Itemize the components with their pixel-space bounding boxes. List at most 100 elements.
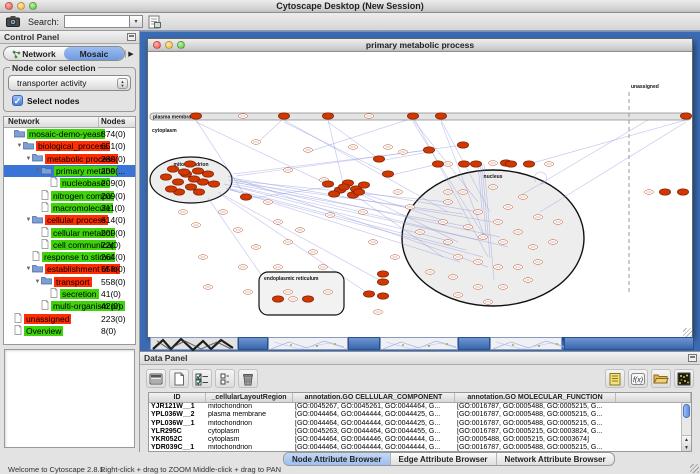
minimized-window-thumbnail[interactable] <box>268 337 348 350</box>
tree-item[interactable]: secretion41(0) <box>4 288 135 300</box>
node-color-dropdown[interactable]: transporter activity ▲▼ <box>8 75 131 91</box>
tree-column-network[interactable]: Network <box>4 117 99 127</box>
import-attributes-icon[interactable] <box>651 369 671 388</box>
status-hint-pan: Middle-click + drag to PAN <box>193 465 281 474</box>
gene-node <box>533 260 542 265</box>
tree-item-nodes: 874(0) <box>101 129 126 139</box>
tree-item[interactable]: multi-organism pro42(0) <box>4 300 135 312</box>
tree-item[interactable]: mosaic-demo-yeast874(0) <box>4 128 135 140</box>
birds-eye-view[interactable] <box>4 349 135 448</box>
nucleus-compartment <box>402 170 584 306</box>
minimized-window-thumbnail[interactable] <box>380 337 458 350</box>
table-row[interactable]: YPL036W__2plasma membrane[GO:0044464, GO… <box>149 411 691 419</box>
delete-attribute-icon[interactable] <box>238 369 258 388</box>
gene-node <box>473 260 482 265</box>
minimized-window-thumbnail[interactable] <box>150 337 238 350</box>
tree-item-label: biological_process <box>36 141 110 151</box>
tree-item[interactable]: ▼metabolic process280(0) <box>4 153 135 165</box>
column-header[interactable]: ID <box>149 393 206 402</box>
minimized-window-titlebar[interactable] <box>238 337 268 350</box>
dropdown-stepper-icon: ▲▼ <box>117 78 128 89</box>
select-nodes-checkbox[interactable]: ✓ <box>12 95 23 106</box>
function-icon[interactable]: f(x) <box>628 369 648 388</box>
import-table-icon[interactable] <box>145 14 163 30</box>
gene-node <box>498 240 507 245</box>
mini-checklist-icon[interactable] <box>215 369 235 388</box>
gene-node <box>358 210 367 215</box>
tree-item[interactable]: ▼cellular process614(0) <box>4 214 135 226</box>
tree-item[interactable]: cellular metabol209(0) <box>4 226 135 238</box>
selected-gene-node <box>432 161 443 167</box>
table-row[interactable]: YLR295Ccytoplasm[GO:0045263, GO:0044464,… <box>149 428 691 436</box>
tree-item[interactable]: ▼biological_process651(0) <box>4 140 135 152</box>
float-data-panel-icon[interactable] <box>688 354 697 362</box>
gene-node <box>263 200 272 205</box>
tab-network-attribute-browser[interactable]: Network Attribute Browser <box>497 453 614 465</box>
notes-icon[interactable] <box>605 369 625 388</box>
file-icon <box>14 325 22 337</box>
expand-arrow-icon[interactable]: ▼ <box>16 143 23 149</box>
column-header[interactable]: annotation.GO CELLULAR_COMPONENT <box>293 393 455 402</box>
tree-column-nodes[interactable]: Nodes <box>99 117 135 127</box>
gene-node <box>398 150 407 155</box>
tab-overflow-button[interactable]: ▶ <box>125 50 136 58</box>
checklist-icon[interactable] <box>192 369 212 388</box>
search-input[interactable] <box>64 15 130 28</box>
search-dropdown-button[interactable]: ▾ <box>130 15 143 28</box>
network-canvas[interactable]: plasma membranecytoplasmmitochondrionnuc… <box>148 52 692 337</box>
selected-gene-node <box>377 279 388 285</box>
gene-node <box>463 225 472 230</box>
column-header[interactable]: _cellularLayoutRegion <box>206 393 293 402</box>
status-hint-zoom: Right-click + drag to ZOOM <box>100 465 191 474</box>
new-attribute-icon[interactable] <box>169 369 189 388</box>
file-icon <box>41 190 49 202</box>
minimized-window-titlebar[interactable] <box>458 337 490 350</box>
selected-gene-node <box>523 161 534 167</box>
network-view-window[interactable]: primary metabolic process plasma membran… <box>147 38 693 337</box>
tree-item-label: cellular process <box>45 215 108 225</box>
tree-item[interactable]: macromolecule311(0) <box>4 202 135 214</box>
scrollbar-thumb[interactable] <box>683 404 690 418</box>
minimized-window-titlebar[interactable] <box>348 337 380 350</box>
matrix-icon[interactable] <box>674 369 694 388</box>
tab-network[interactable]: Network <box>4 47 64 60</box>
snapshot-icon[interactable] <box>4 13 22 29</box>
table-row[interactable]: YPL036W__1mitochondrion[GO:0044464, GO:0… <box>149 420 691 428</box>
selected-gene-node <box>190 113 201 119</box>
expand-arrow-icon[interactable]: ▼ <box>25 156 32 162</box>
expand-arrow-icon[interactable]: ▼ <box>34 168 41 174</box>
select-nodes-label: Select nodes <box>27 96 79 106</box>
tree-item[interactable]: nitrogen compo209(0) <box>4 189 135 201</box>
table-scrollbar[interactable]: ▲▼ <box>681 403 691 451</box>
expand-arrow-icon[interactable]: ▼ <box>25 217 32 223</box>
table-row[interactable]: YKR052Ccytoplasm[GO:0044464, GO:0044446,… <box>149 436 691 444</box>
table-row[interactable]: YJR121W__1mitochondrion[GO:0045267, GO:0… <box>149 403 691 411</box>
gene-node <box>544 162 553 167</box>
tree-item[interactable]: ▼primary metabo209(... <box>4 165 135 177</box>
float-panel-icon[interactable] <box>127 33 136 41</box>
expand-arrow-icon[interactable]: ▼ <box>25 266 32 272</box>
tree-item[interactable]: ▼transport558(0) <box>4 276 135 288</box>
tab-edge-attribute-browser[interactable]: Edge Attribute Browser <box>391 453 497 465</box>
tree-item[interactable]: ▼establishment of lo558(0) <box>4 263 135 275</box>
select-attributes-icon[interactable] <box>146 369 166 388</box>
gene-node <box>251 245 260 250</box>
tree-item[interactable]: cell communicat22(0) <box>4 239 135 251</box>
tree-item[interactable]: unassigned223(0) <box>4 312 135 324</box>
expand-arrow-icon[interactable]: ▼ <box>34 279 41 285</box>
tree-item[interactable]: response to stimul264(0) <box>4 251 135 263</box>
app-resize-grip[interactable] <box>690 464 699 473</box>
selected-gene-node <box>328 191 339 197</box>
tree-item[interactable]: nucleobase-209(0) <box>4 177 135 189</box>
group-label: Node color selection <box>10 63 98 73</box>
minimized-window-titlebar[interactable] <box>564 337 694 350</box>
network-view-title: primary metabolic process <box>148 40 692 50</box>
folder-icon <box>32 153 43 164</box>
tab-mosaic[interactable]: Mosaic <box>64 47 124 60</box>
scrollbar-arrows[interactable]: ▲▼ <box>682 435 691 451</box>
gene-node <box>283 168 292 173</box>
tab-node-attribute-browser[interactable]: Node Attribute Browser <box>284 453 391 465</box>
minimized-window-thumbnail[interactable] <box>490 337 562 350</box>
tree-item[interactable]: Overview8(0) <box>4 325 135 337</box>
column-header[interactable]: annotation.GO MOLECULAR_FUNCTION <box>455 393 616 402</box>
